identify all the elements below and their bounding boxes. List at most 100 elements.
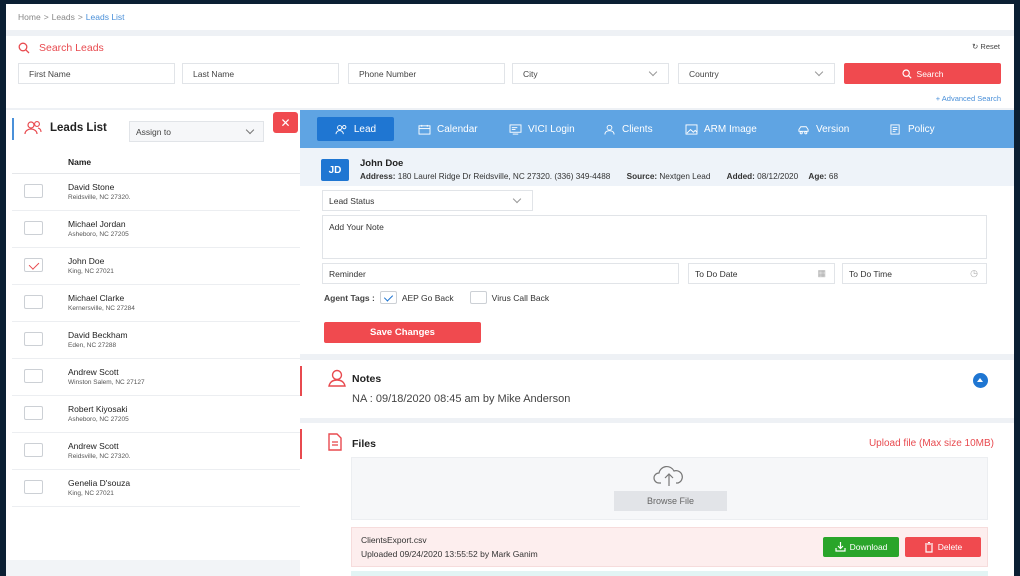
age-label: Age: — [808, 172, 827, 181]
list-item[interactable]: Genelia D'souza King, NC 27021 — [12, 470, 300, 507]
browse-file-button[interactable]: Browse File — [614, 491, 727, 511]
breadcrumb-current: Leads List — [85, 12, 125, 22]
reminder-field[interactable]: Reminder — [322, 263, 679, 284]
phone-number-field[interactable]: Phone Number — [348, 63, 505, 84]
lead-phone: (336) 349-4488 — [554, 172, 611, 181]
list-item[interactable]: Andrew Scott Reidsville, NC 27320. — [12, 433, 300, 470]
lead-status-select[interactable]: Lead Status — [322, 190, 533, 211]
lead-name[interactable]: Genelia D'souza — [68, 478, 130, 488]
todo-date-field[interactable]: To Do Date ▦ — [688, 263, 835, 284]
lead-name[interactable]: Andrew Scott — [68, 441, 119, 451]
search-button[interactable]: Search — [844, 63, 1001, 84]
lead-name: John Doe — [360, 158, 404, 169]
lead-name[interactable]: Robert Kiyosaki — [68, 404, 128, 414]
lead-address: Winston Salem, NC 27127 — [68, 379, 145, 386]
lead-header: JD John Doe Address: 180 Laurel Ridge Dr… — [300, 148, 1014, 186]
search-icon — [18, 42, 30, 54]
lead-name[interactable]: David Beckham — [68, 330, 128, 340]
search-icon — [901, 68, 912, 79]
files-section: Files Upload file (Max size 10MB) Browse… — [300, 423, 1014, 576]
note-textarea[interactable]: Add Your Note — [322, 215, 987, 259]
save-changes-button[interactable]: Save Changes — [324, 322, 481, 343]
virus-call-back-checkbox[interactable] — [469, 291, 487, 304]
country-select[interactable]: Country — [678, 63, 835, 84]
lead-checkbox[interactable] — [24, 184, 43, 198]
leads-list-header: Leads List — [24, 120, 107, 136]
tab-vici-login[interactable]: VICI Login — [502, 117, 582, 141]
cloud-upload-icon — [653, 465, 683, 486]
search-title-label: Search Leads — [39, 42, 104, 54]
last-name-field[interactable]: Last Name — [182, 63, 339, 84]
users-icon — [335, 124, 347, 134]
advanced-search-link[interactable]: + Advanced Search — [936, 94, 1001, 103]
tab-version[interactable]: Version — [790, 117, 856, 141]
lead-age: 68 — [828, 172, 838, 181]
virus-call-back-label: Virus Call Back — [491, 292, 550, 303]
lead-checkbox[interactable] — [24, 221, 43, 235]
tab-label: Calendar — [437, 123, 478, 135]
tab-policy[interactable]: Policy — [882, 117, 942, 141]
lead-checkbox[interactable] — [24, 332, 43, 346]
list-item[interactable]: Michael Jordan Asheboro, NC 27205 — [12, 211, 300, 248]
tab-bar: Lead Calendar VICI Login Clients ARM Ima… — [300, 110, 1014, 148]
file-item: ClientsExport.csv Uploaded 09/24/2020 13… — [351, 527, 988, 567]
file-icon — [328, 433, 342, 451]
list-item[interactable]: Robert Kiyosaki Asheboro, NC 27205 — [12, 396, 300, 433]
file-item-next — [351, 571, 988, 576]
tab-label: VICI Login — [528, 123, 575, 135]
lead-checkbox[interactable] — [24, 480, 43, 494]
monitor-icon — [509, 123, 522, 135]
panel-footer — [6, 560, 300, 576]
close-panel-button[interactable]: ✕ — [273, 112, 298, 133]
aep-go-back-label: AEP Go Back — [401, 292, 454, 303]
aep-go-back-checkbox[interactable] — [379, 291, 397, 304]
source-label: Source: — [626, 172, 658, 181]
list-item[interactable]: John Doe King, NC 27021 — [12, 248, 300, 285]
breadcrumb-leads[interactable]: Leads — [52, 12, 75, 22]
lead-checkbox[interactable] — [24, 443, 43, 457]
todo-time-field[interactable]: To Do Time ◷ — [842, 263, 987, 284]
lead-checkbox[interactable] — [24, 406, 43, 420]
tab-lead[interactable]: Lead — [317, 117, 394, 141]
lead-meta: Address: 180 Laurel Ridge Dr Reidsville,… — [360, 172, 838, 181]
lead-name[interactable]: Michael Jordan — [68, 219, 126, 229]
lead-checkbox[interactable] — [24, 295, 43, 309]
lead-address: Asheboro, NC 27205 — [68, 231, 129, 238]
assign-to-select[interactable]: Assign to — [129, 121, 264, 142]
list-item[interactable]: David Beckham Eden, NC 27288 — [12, 322, 300, 359]
lead-name[interactable]: Michael Clarke — [68, 293, 124, 303]
lead-name[interactable]: Andrew Scott — [68, 367, 119, 377]
tab-clients[interactable]: Clients — [596, 117, 660, 141]
list-item[interactable]: Andrew Scott Winston Salem, NC 27127 — [12, 359, 300, 396]
reminder-label: Reminder — [329, 269, 366, 279]
download-button[interactable]: Download — [823, 537, 899, 557]
users-icon — [24, 121, 42, 135]
first-name-field[interactable]: First Name — [18, 63, 175, 84]
lead-address: King, NC 27021 — [68, 268, 114, 275]
list-item[interactable]: David Stone Reidsville, NC 27320. — [12, 174, 300, 211]
lead-address: 180 Laurel Ridge Dr Reidsville, NC 27320… — [397, 172, 553, 181]
lead-address: Reidsville, NC 27320. — [68, 453, 131, 460]
delete-button[interactable]: Delete — [905, 537, 981, 557]
tab-calendar[interactable]: Calendar — [411, 117, 485, 141]
close-icon: ✕ — [280, 115, 291, 130]
collapse-notes-button[interactable] — [973, 373, 988, 388]
lead-checkbox[interactable] — [24, 369, 43, 383]
search-panel: Search Leads ↻ Reset First Name Last Nam… — [6, 36, 1014, 108]
file-dropzone[interactable]: Browse File — [351, 457, 988, 520]
delete-label: Delete — [937, 542, 963, 552]
tab-label: Lead — [353, 123, 377, 135]
lead-name[interactable]: David Stone — [68, 182, 114, 192]
tab-label: Version — [816, 123, 850, 135]
tab-label: ARM Image — [704, 123, 757, 135]
tab-arm-image[interactable]: ARM Image — [678, 117, 764, 141]
reset-button[interactable]: ↻ Reset — [972, 42, 1000, 51]
city-select[interactable]: City — [512, 63, 669, 84]
lead-checkbox[interactable] — [24, 258, 43, 272]
todo-date-label: To Do Date — [695, 269, 738, 279]
lead-address: Eden, NC 27288 — [68, 342, 117, 349]
breadcrumb-home[interactable]: Home — [18, 12, 41, 22]
list-item[interactable]: Michael Clarke Kernersville, NC 27284 — [12, 285, 300, 322]
lead-name[interactable]: John Doe — [68, 256, 104, 266]
address-label: Address: — [360, 172, 396, 181]
